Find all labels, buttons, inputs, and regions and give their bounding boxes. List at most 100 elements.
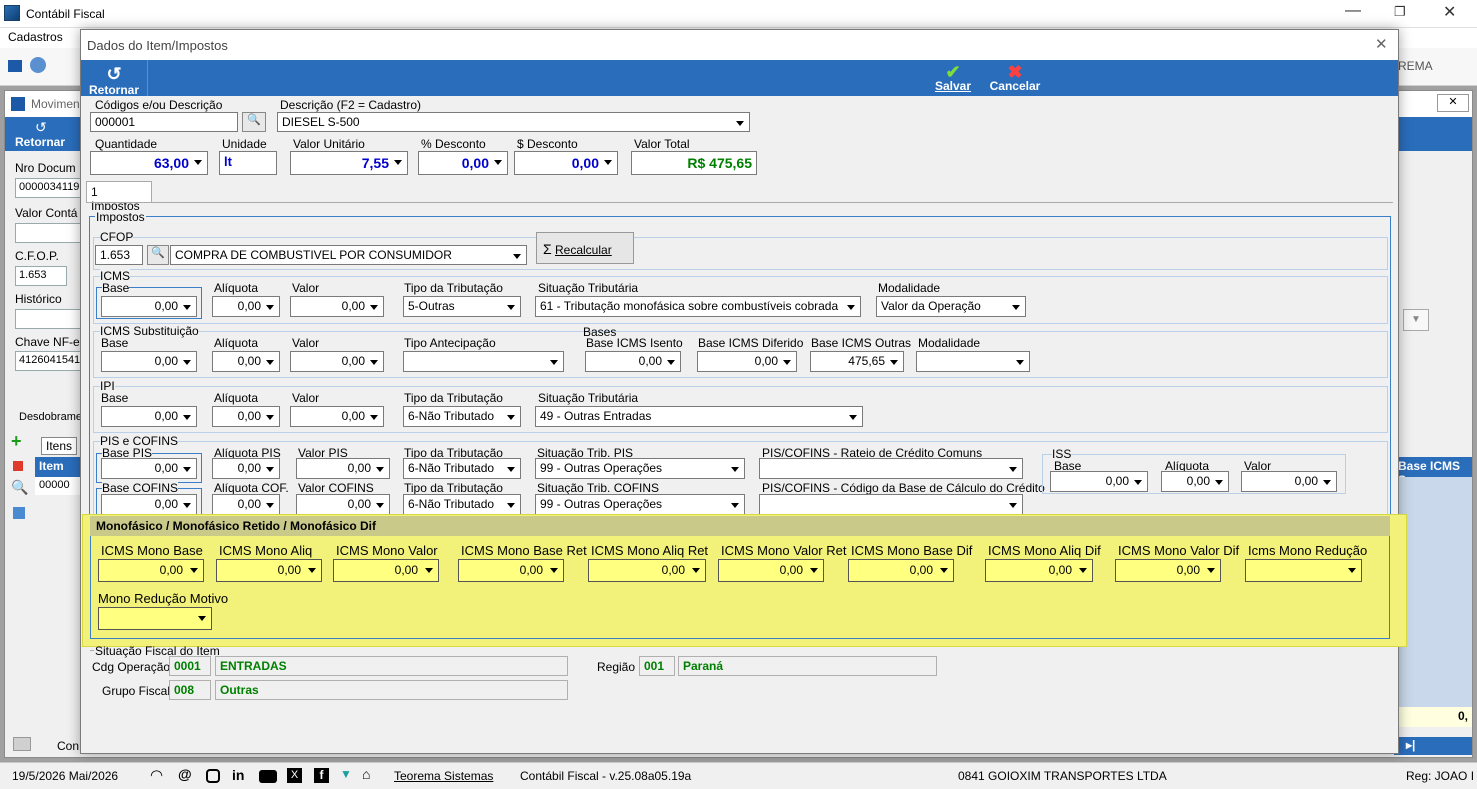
icms-mono-base-ret-input[interactable]: 0,00 bbox=[458, 559, 564, 582]
child-return-button[interactable]: Retornar bbox=[15, 135, 65, 149]
base-isento-input[interactable]: 0,00 bbox=[585, 351, 681, 372]
icms-st-modalidade-select[interactable] bbox=[916, 351, 1030, 372]
tab-con[interactable]: Con bbox=[57, 739, 79, 753]
cfop-field[interactable]: 1.653 bbox=[15, 266, 67, 286]
codigo-base-select[interactable] bbox=[759, 494, 1023, 515]
instagram-icon[interactable] bbox=[206, 769, 220, 783]
ipi-tipo-select[interactable]: 6-Não Tributado bbox=[403, 406, 521, 427]
valor-contabil-field[interactable] bbox=[15, 223, 85, 243]
sit-cofins-select[interactable]: 99 - Outras Operações bbox=[535, 494, 745, 515]
icms-st-valor-input[interactable]: 0,00 bbox=[290, 351, 384, 372]
cfop-search-icon[interactable]: 🔍 bbox=[147, 245, 169, 265]
add-icon[interactable]: + bbox=[11, 431, 22, 452]
youtube-icon[interactable] bbox=[259, 770, 277, 783]
aliquota-cofins-input[interactable]: 0,00 bbox=[212, 494, 280, 515]
grid-cell-item[interactable]: 00000 bbox=[35, 477, 83, 495]
cfop-input[interactable]: 1.653 bbox=[95, 245, 143, 265]
tab-itens[interactable]: Itens bbox=[41, 437, 78, 455]
icms-valor-input[interactable]: 0,00 bbox=[290, 296, 384, 317]
recalcular-button[interactable]: Σ Recalcular bbox=[536, 232, 634, 264]
aliquota-pis-input[interactable]: 0,00 bbox=[212, 458, 280, 479]
tab-impostos[interactable]: 1 Impostos bbox=[86, 181, 152, 213]
icms-mono-aliq-dif-input[interactable]: 0,00 bbox=[985, 559, 1093, 582]
icms-mono-reducao-select[interactable] bbox=[1245, 559, 1362, 582]
icms-aliquota-input[interactable]: 0,00 bbox=[212, 296, 280, 317]
icms-situacao-select[interactable]: 61 - Tributação monofásica sobre combust… bbox=[535, 296, 861, 317]
at-icon[interactable]: @ bbox=[178, 766, 192, 782]
icms-mono-aliq-input[interactable]: 0,00 bbox=[216, 559, 322, 582]
codigo-input[interactable]: 000001 bbox=[90, 112, 238, 132]
icms-mono-base-input[interactable]: 0,00 bbox=[98, 559, 204, 582]
delete-icon[interactable] bbox=[13, 461, 23, 471]
right-select-dropdown[interactable]: ▼ bbox=[1403, 309, 1429, 331]
historico-field[interactable] bbox=[15, 309, 85, 329]
icms-st-base-input[interactable]: 0,00 bbox=[101, 351, 197, 372]
linkedin-icon[interactable]: in bbox=[232, 767, 244, 783]
codigo-search-icon[interactable]: 🔍 bbox=[242, 112, 266, 132]
teorema-link[interactable]: Teorema Sistemas bbox=[394, 769, 493, 783]
ipi-valor-input[interactable]: 0,00 bbox=[290, 406, 384, 427]
grid-icon[interactable] bbox=[13, 507, 25, 519]
descricao-select[interactable]: DIESEL S-500 bbox=[277, 112, 750, 132]
x-twitter-icon[interactable]: X bbox=[287, 768, 302, 783]
graduation-cap-icon[interactable]: ⌂ bbox=[362, 766, 370, 782]
dialog-close-icon[interactable]: ✕ bbox=[1375, 35, 1388, 53]
grid-nav-last-icon[interactable]: ▸| bbox=[1394, 737, 1472, 755]
icms-st-aliquota-input[interactable]: 0,00 bbox=[212, 351, 280, 372]
restore-icon[interactable]: ❐ bbox=[1394, 4, 1406, 20]
base-cofins-input[interactable]: 0,00 bbox=[101, 494, 197, 515]
icms-mono-base-dif-input[interactable]: 0,00 bbox=[848, 559, 954, 582]
unidade-input[interactable]: lt bbox=[219, 151, 277, 175]
iss-base-input[interactable]: 0,00 bbox=[1050, 471, 1148, 492]
label-base-isento: Base ICMS Isento bbox=[586, 336, 683, 350]
ipi-situacao-select[interactable]: 49 - Outras Entradas bbox=[535, 406, 863, 427]
database-icon[interactable] bbox=[8, 60, 22, 72]
minimize-icon[interactable]: — bbox=[1345, 2, 1361, 20]
keyboard-icon[interactable] bbox=[13, 737, 31, 751]
valor-unitario-input[interactable]: 7,55 bbox=[290, 151, 408, 175]
icms-modalidade-select[interactable]: Valor da Operação bbox=[876, 296, 1026, 317]
icms-st-tipo-select[interactable] bbox=[403, 351, 564, 372]
icms-mono-valor-dif-input[interactable]: 0,00 bbox=[1115, 559, 1221, 582]
rateio-select[interactable] bbox=[759, 458, 1023, 479]
base-outras-input[interactable]: 475,65 bbox=[810, 351, 904, 372]
menu-cadastros[interactable]: Cadastros bbox=[8, 30, 63, 44]
valor-pis-input[interactable]: 0,00 bbox=[296, 458, 390, 479]
icms-tipo-select[interactable]: 5-Outras bbox=[403, 296, 521, 317]
icms-base-input[interactable]: 0,00 bbox=[101, 296, 197, 317]
cofins-tipo-select[interactable]: 6-Não Tributado bbox=[403, 494, 521, 515]
grid-header-base-icms-st[interactable]: Base ICMS S bbox=[1394, 457, 1472, 487]
iss-valor-input[interactable]: 0,00 bbox=[1241, 471, 1337, 492]
facebook-icon[interactable]: f bbox=[314, 768, 329, 783]
cfop-desc-select[interactable]: COMPRA DE COMBUSTIVEL POR CONSUMIDOR USU… bbox=[170, 245, 527, 265]
grid-header-item[interactable]: Item bbox=[35, 457, 83, 477]
label-unidade: Unidade bbox=[222, 137, 267, 151]
mono-reducao-motivo-select[interactable] bbox=[98, 607, 212, 630]
label-ipi-tipo: Tipo da Tributação bbox=[404, 391, 503, 405]
iss-aliquota-input[interactable]: 0,00 bbox=[1161, 471, 1229, 492]
base-diferido-input[interactable]: 0,00 bbox=[697, 351, 797, 372]
pct-desconto-input[interactable]: 0,00 bbox=[418, 151, 508, 175]
regiao-field: 001 bbox=[639, 656, 675, 676]
nro-documento-field[interactable]: 0000034119 bbox=[15, 178, 85, 198]
icms-mono-valor-input[interactable]: 0,00 bbox=[333, 559, 439, 582]
quantidade-input[interactable]: 63,00 bbox=[90, 151, 208, 175]
child-close-icon[interactable]: ✕ bbox=[1437, 94, 1469, 112]
chave-nfe-field[interactable]: 4126041541 bbox=[15, 351, 85, 371]
close-window-icon[interactable]: ✕ bbox=[1443, 2, 1456, 22]
ipi-base-input[interactable]: 0,00 bbox=[101, 406, 197, 427]
pis-tipo-select[interactable]: 6-Não Tributado bbox=[403, 458, 521, 479]
icms-mono-aliq-ret-input[interactable]: 0,00 bbox=[588, 559, 706, 582]
child-return-icon[interactable]: ↺ bbox=[35, 119, 47, 136]
headset-icon[interactable]: ◠ bbox=[150, 766, 163, 784]
base-pis-input[interactable]: 0,00 bbox=[101, 458, 197, 479]
label-chave-nfe: Chave NF-e bbox=[15, 335, 80, 349]
desconto-input[interactable]: 0,00 bbox=[514, 151, 618, 175]
icms-mono-valor-ret-input[interactable]: 0,00 bbox=[718, 559, 824, 582]
sit-pis-select[interactable]: 99 - Outras Operações bbox=[535, 458, 745, 479]
tab-desdobramento[interactable]: Desdobrame bbox=[19, 411, 82, 423]
search-icon[interactable]: 🔍 bbox=[11, 479, 28, 496]
ipi-aliquota-input[interactable]: 0,00 bbox=[212, 406, 280, 427]
valor-cofins-input[interactable]: 0,00 bbox=[296, 494, 390, 515]
users-icon[interactable] bbox=[30, 57, 46, 73]
